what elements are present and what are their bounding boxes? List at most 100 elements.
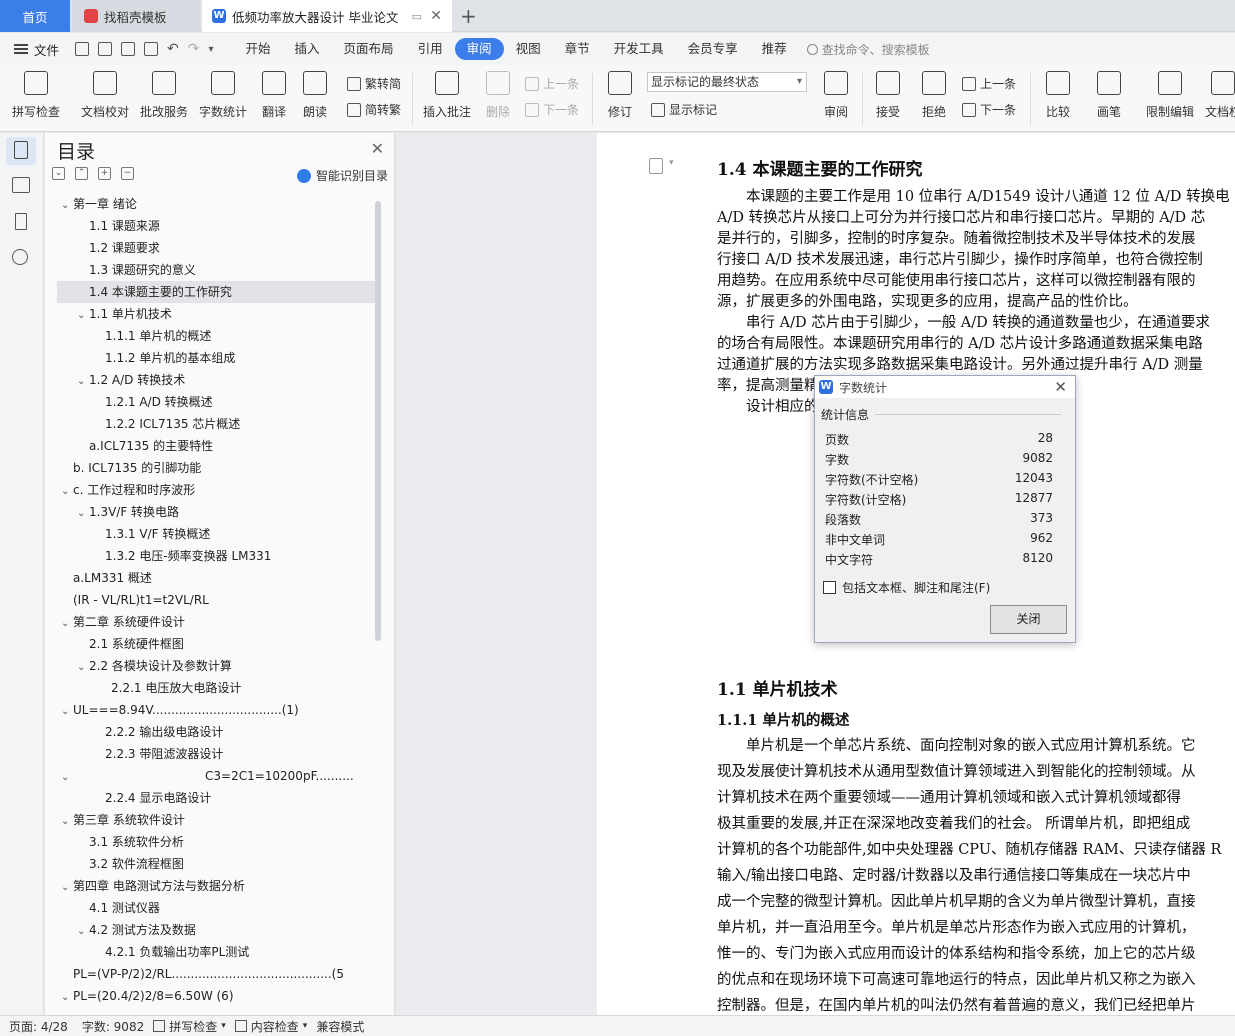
insert-comment-button[interactable]: 插入批注 xyxy=(418,69,476,120)
prev-comment-button[interactable]: 上一条 xyxy=(525,75,579,92)
file-menu[interactable]: 文件 xyxy=(14,40,59,59)
chevron-down-icon[interactable]: ⌄ xyxy=(77,657,89,677)
word-count-indicator[interactable]: 字数: 9082 xyxy=(82,1018,144,1035)
toc-item[interactable]: ⌄ 1.2 A/D 转换技术 xyxy=(57,369,375,391)
remove-heading-icon[interactable]: − xyxy=(121,167,134,180)
toc-item[interactable]: 4.2.1 负载输出功率PL测试 xyxy=(57,941,375,963)
menu-tab[interactable]: 引用 xyxy=(406,38,455,60)
more-chevron-icon[interactable]: ▾ xyxy=(208,44,213,55)
pen-button[interactable]: 画笔 xyxy=(1081,69,1137,120)
doc-check-button[interactable]: 文档校对 xyxy=(77,69,133,120)
toc-item[interactable]: b. ICL7135 的引脚功能 xyxy=(57,457,375,479)
track-changes-button[interactable]: 修订 xyxy=(592,69,648,120)
collapse-all-icon[interactable]: ⌄ xyxy=(52,167,65,180)
save-icon[interactable] xyxy=(75,42,90,56)
toc-item[interactable]: ⌄ 第三章 系统软件设计 xyxy=(57,809,375,831)
toc-item[interactable]: ⌄ PL=(20.4/2)2/8=6.50W (6) xyxy=(57,985,375,1007)
chevron-down-icon[interactable]: ⌄ xyxy=(61,877,73,897)
command-search[interactable]: 查找命令、搜索模板 xyxy=(806,41,930,58)
smart-toc-button[interactable]: 智能识别目录 xyxy=(296,167,388,184)
tab-home[interactable]: 首页 xyxy=(0,0,70,32)
toc-item[interactable]: 1.1.1 单片机的概述 xyxy=(57,325,375,347)
tab-document[interactable]: W 低频功率放大器设计 毕业论文 ▭ ✕ xyxy=(202,0,452,32)
toc-item[interactable]: 2.1 系统硬件框图 xyxy=(57,633,375,655)
menu-tab[interactable]: 开发工具 xyxy=(602,38,676,60)
toc-item[interactable]: 1.3.2 电压-频率变换器 LM331 xyxy=(57,545,375,567)
toc-item[interactable]: ⌄ UL===8.94V.............................… xyxy=(57,699,375,721)
chevron-down-icon[interactable]: ⌄ xyxy=(77,371,89,391)
toc-item[interactable]: 2.2.1 电压放大电路设计 xyxy=(57,677,375,699)
spell-check-button[interactable]: 拼写检查 xyxy=(8,69,64,120)
toc-scrollbar[interactable] xyxy=(375,201,381,641)
chevron-down-icon[interactable]: ⌄ xyxy=(77,503,89,523)
chevron-down-icon[interactable]: ⌄ xyxy=(61,767,73,787)
page-options-icon[interactable] xyxy=(649,158,663,174)
content-check-status[interactable]: 内容检查 ▾ xyxy=(234,1018,307,1035)
toc-item[interactable]: 1.3.1 V/F 转换概述 xyxy=(57,523,375,545)
redo-icon[interactable]: ↷ xyxy=(188,41,200,57)
toc-item[interactable]: ⌄ 1.1 单片机技术 xyxy=(57,303,375,325)
display-mode-select[interactable]: 显示标记的最终状态 xyxy=(647,72,807,92)
toc-item[interactable]: 1.3 课题研究的意义 xyxy=(57,259,375,281)
toc-item[interactable]: 1.1 课题来源 xyxy=(57,215,375,237)
toc-item[interactable]: ⌄ C3=2C1=10200pF.......... xyxy=(57,765,375,787)
toc-item[interactable]: 3.1 系统软件分析 xyxy=(57,831,375,853)
restrict-edit-button[interactable]: 限制编辑 xyxy=(1138,69,1202,120)
chevron-down-icon[interactable]: ⌄ xyxy=(61,811,73,831)
print-preview-icon[interactable] xyxy=(144,42,159,56)
close-icon[interactable]: ✕ xyxy=(371,139,384,158)
add-heading-icon[interactable]: + xyxy=(98,167,111,180)
menu-tab[interactable]: 章节 xyxy=(553,38,602,60)
toc-item[interactable]: ⌄ 2.2 各模块设计及参数计算 xyxy=(57,655,375,677)
word-count-button[interactable]: 字数统计 xyxy=(195,69,251,120)
tab-template[interactable]: 找稻壳模板 xyxy=(72,0,200,32)
prev-change-button[interactable]: 上一条 xyxy=(962,75,1016,92)
toc-item[interactable]: 1.1.2 单片机的基本组成 xyxy=(57,347,375,369)
chevron-down-icon[interactable]: ⌄ xyxy=(61,481,73,501)
toc-item[interactable]: 4.1 测试仪器 xyxy=(57,897,375,919)
menu-tab[interactable]: 审阅 xyxy=(454,38,504,60)
include-textbox-checkbox[interactable]: 包括文本框、脚注和尾注(F) xyxy=(823,579,990,596)
toc-item[interactable]: (IR - VL/RL)t1=t2VL/RL xyxy=(57,589,375,611)
menu-tab[interactable]: 会员专享 xyxy=(676,38,750,60)
review-pane-button[interactable]: 审阅 xyxy=(808,69,864,120)
menu-tab[interactable]: 页面布局 xyxy=(332,38,406,60)
toc-item[interactable]: ⌄ 第一章 绪论 xyxy=(57,193,375,215)
bookmark-icon[interactable] xyxy=(15,213,27,230)
trad-to-simp-button[interactable]: 繁转简 xyxy=(347,75,401,92)
simp-to-trad-button[interactable]: 简转繁 xyxy=(347,101,401,118)
toc-item[interactable]: 1.2.1 A/D 转换概述 xyxy=(57,391,375,413)
chevron-down-icon[interactable]: ⌄ xyxy=(77,305,89,325)
toc-item[interactable]: 3.2 软件流程框图 xyxy=(57,853,375,875)
chevron-down-icon[interactable]: ⌄ xyxy=(61,613,73,633)
toc-item[interactable]: 2.2.4 显示电路设计 xyxy=(57,787,375,809)
menu-tab[interactable]: 推荐 xyxy=(750,38,799,60)
reject-button[interactable]: 拒绝 xyxy=(906,69,962,120)
chevron-down-icon[interactable]: ⌄ xyxy=(61,987,73,1007)
toc-item[interactable]: ⌄ 1.3V/F 转换电路 xyxy=(57,501,375,523)
toc-item[interactable]: ⌄ c. 工作过程和时序波形 xyxy=(57,479,375,501)
next-change-button[interactable]: 下一条 xyxy=(962,101,1016,118)
tab-popout-icon[interactable]: ▭ xyxy=(412,10,422,23)
search-icon[interactable] xyxy=(12,249,28,265)
expand-all-icon[interactable]: ⌃ xyxy=(75,167,88,180)
spell-check-status[interactable]: 拼写检查 ▾ xyxy=(153,1018,226,1035)
menu-tab[interactable]: 视图 xyxy=(504,38,553,60)
review-service-button[interactable]: 批改服务 xyxy=(136,69,192,120)
toc-item[interactable]: 2.2.3 带阻滤波器设计 xyxy=(57,743,375,765)
undo-icon[interactable]: ↶ xyxy=(167,41,179,57)
chevron-down-icon[interactable]: ⌄ xyxy=(77,921,89,941)
compare-button[interactable]: 比较 xyxy=(1030,69,1086,120)
chevron-down-icon[interactable]: ▾ xyxy=(669,158,674,168)
chevron-down-icon[interactable]: ⌄ xyxy=(61,701,73,721)
chevron-down-icon[interactable]: ⌄ xyxy=(61,195,73,215)
export-pdf-icon[interactable] xyxy=(98,42,113,56)
toc-item[interactable]: a.LM331 概述 xyxy=(57,567,375,589)
next-comment-button[interactable]: 下一条 xyxy=(525,101,579,118)
close-icon[interactable]: ✕ xyxy=(1054,378,1067,396)
close-button[interactable]: 关闭 xyxy=(990,605,1067,634)
print-icon[interactable] xyxy=(121,42,136,56)
toc-item[interactable]: PL=(VP-P/2)2/RL.........................… xyxy=(57,963,375,985)
menu-tab[interactable]: 开始 xyxy=(234,38,283,60)
delete-comment-button[interactable]: 删除 xyxy=(470,69,526,120)
